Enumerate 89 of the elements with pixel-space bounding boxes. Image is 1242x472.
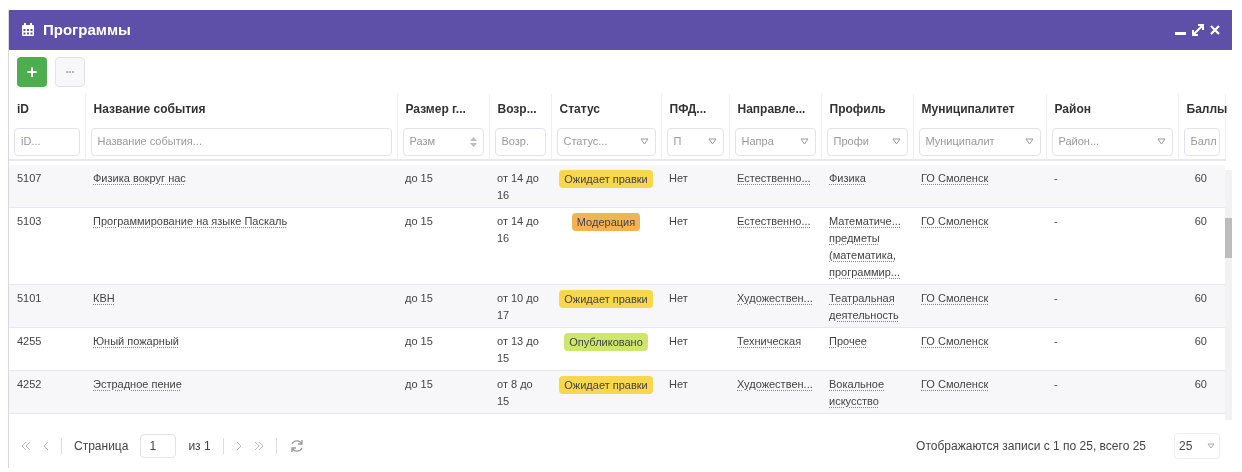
last-page-icon[interactable] [253,441,264,451]
table-cell: Нет [669,172,688,184]
records-summary: Отображаются записи с 1 по 25, всего 25 [916,438,1146,455]
scrollbar[interactable] [1225,170,1232,420]
table-cell: 60 [1194,335,1207,347]
dropdown-icon[interactable] [1024,138,1034,145]
spinner-icon[interactable] [469,135,477,148]
table-cell: 5103 [17,215,42,227]
dropdown-icon[interactable] [639,138,649,145]
page-label: Страница [74,438,129,455]
page-input[interactable]: 1 [140,434,177,458]
column-header[interactable]: Направле... [729,94,821,124]
link-text[interactable]: Естественно... [737,213,811,230]
link-text[interactable]: ГО Смоленск [921,333,989,350]
table-cell: - [1054,335,1058,347]
link-text[interactable]: Физика вокруг нас [93,170,186,187]
table-cell: от 13 до 15 [497,335,539,364]
column-header[interactable]: Баллы [1178,94,1225,124]
link-text[interactable]: Юный пожарный [93,333,179,350]
table-cell: 4255 [17,335,42,347]
dropdown-icon[interactable] [799,138,809,145]
first-page-icon[interactable] [21,441,31,451]
link-text[interactable]: Математиче... предметы (математика, программир... [829,213,905,281]
page-count: из 1 [188,438,211,455]
calendar-icon [21,23,35,37]
column-header[interactable]: Район [1046,94,1178,124]
dropdown-icon[interactable] [707,138,717,145]
table-cell: до 15 [405,335,433,347]
table-cell: - [1054,378,1058,390]
column-header[interactable]: Название события [85,94,397,124]
table-cell: 5101 [17,292,42,304]
table-cell: от 8 до 15 [497,378,533,407]
previous-page-icon[interactable] [43,441,49,451]
window-title: Программы [43,19,131,40]
table-cell: - [1054,172,1058,184]
column-header[interactable]: Статус [551,94,661,124]
table-cell: - [1054,215,1058,227]
table-cell: до 15 [405,378,433,390]
column-header[interactable]: Возр... [489,94,551,124]
link-text[interactable]: ГО Смоленск [921,376,989,393]
table-cell: 60 [1194,215,1207,227]
dropdown-icon[interactable] [1156,138,1166,145]
table-cell: от 14 до 16 [497,172,539,201]
status-badge: Ожидает правки [559,170,653,188]
column-header[interactable]: iD [9,94,85,124]
refresh-icon[interactable] [288,438,305,454]
table-cell: от 10 до 17 [497,292,539,321]
link-text[interactable]: Техническая [737,333,802,350]
link-text[interactable]: Физика [829,170,866,187]
link-text[interactable]: Художествен... [737,376,813,393]
dropdown-icon[interactable] [891,138,901,145]
status-badge: Ожидает правки [559,376,653,394]
status-badge: Модерация [571,213,641,231]
link-text[interactable]: Прочее [829,333,867,350]
expand-icon[interactable] [1192,24,1204,36]
table-cell: 60 [1194,292,1207,304]
link-text[interactable]: Вокальное искусство [829,376,905,410]
link-text[interactable]: Программирование на языке Паскаль [93,213,288,230]
table-cell: до 15 [405,172,433,184]
status-badge: Ожидает правки [559,290,653,308]
table-cell: Нет [669,292,688,304]
link-text[interactable]: ГО Смоленск [921,290,989,307]
column-header[interactable]: Размер г... [397,94,489,124]
table-cell: 60 [1194,172,1207,184]
page-size-select[interactable]: 25 [1174,433,1220,459]
column-header[interactable]: Муниципалитет [913,94,1046,124]
link-text[interactable]: КВН [93,290,115,307]
column-header[interactable]: Профиль [821,94,913,124]
table-cell: Нет [669,378,688,390]
link-text[interactable]: Художествен... [737,290,813,307]
next-page-icon[interactable] [235,441,242,451]
table-cell: до 15 [405,215,433,227]
table-cell: Нет [669,335,688,347]
table-cell: Нет [669,215,688,227]
close-icon[interactable] [1210,25,1220,35]
table-cell: - [1054,292,1058,304]
link-text[interactable]: Театральная деятельность [829,290,905,324]
link-text[interactable]: ГО Смоленск [921,170,989,187]
table-cell: 4252 [17,378,42,390]
dropdown-icon[interactable] [1207,443,1215,449]
link-text[interactable]: Эстрадное пение [93,376,182,393]
table-cell: до 15 [405,292,433,304]
link-text[interactable]: Естественно... [737,170,811,187]
table-cell: 60 [1194,378,1207,390]
link-text[interactable]: ГО Смоленск [921,213,989,230]
status-badge: Опубликовано [564,333,648,351]
column-header[interactable]: ПФД... [661,94,729,124]
table-cell: от 14 до 16 [497,215,539,244]
table-cell: 5107 [17,172,42,184]
